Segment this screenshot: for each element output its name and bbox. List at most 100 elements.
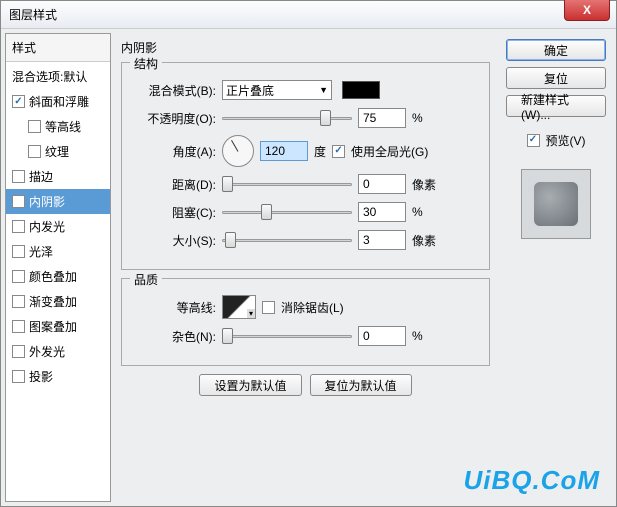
style-item-label: 内阴影 — [29, 193, 65, 210]
style-item-10[interactable]: 外发光 — [6, 339, 110, 364]
style-item-8[interactable]: 渐变叠加 — [6, 289, 110, 314]
blend-options-label: 混合选项:默认 — [12, 68, 87, 85]
style-item-5[interactable]: 内发光 — [6, 214, 110, 239]
size-unit: 像素 — [412, 232, 442, 249]
close-icon: X — [583, 3, 591, 17]
contour-picker[interactable]: ▾ — [222, 295, 256, 319]
distance-input[interactable] — [358, 174, 406, 194]
global-light-label: 使用全局光(G) — [351, 143, 428, 160]
watermark: UiBQ.CoM — [463, 465, 600, 496]
style-checkbox[interactable] — [12, 195, 25, 208]
style-item-label: 纹理 — [45, 143, 69, 160]
panel-title: 内阴影 — [121, 37, 490, 62]
angle-input[interactable] — [260, 141, 308, 161]
style-item-label: 描边 — [29, 168, 53, 185]
preview-checkbox[interactable] — [527, 134, 540, 147]
settings-panel: 内阴影 结构 混合模式(B): 正片叠底 ▼ 不透明度(O): % — [115, 33, 496, 502]
antialias-checkbox[interactable] — [262, 301, 275, 314]
shadow-color-swatch[interactable] — [342, 81, 380, 99]
style-checkbox[interactable] — [28, 145, 41, 158]
opacity-input[interactable] — [358, 108, 406, 128]
structure-legend: 结构 — [130, 55, 162, 72]
preview-box — [521, 169, 591, 239]
style-checkbox[interactable] — [28, 120, 41, 133]
style-item-label: 图案叠加 — [29, 318, 77, 335]
window-title: 图层样式 — [9, 6, 57, 23]
size-input[interactable] — [358, 230, 406, 250]
blend-options-item[interactable]: 混合选项:默认 — [6, 64, 110, 89]
blend-mode-value: 正片叠底 — [226, 82, 274, 99]
angle-label: 角度(A): — [134, 143, 216, 160]
noise-label: 杂色(N): — [134, 328, 216, 345]
chevron-down-icon: ▼ — [319, 85, 328, 95]
style-item-1[interactable]: 等高线 — [6, 114, 110, 139]
style-checkbox[interactable] — [12, 270, 25, 283]
quality-fieldset: 品质 等高线: ▾ 消除锯齿(L) 杂色(N): % — [121, 278, 490, 366]
chevron-down-icon: ▾ — [247, 309, 255, 318]
style-item-label: 光泽 — [29, 243, 53, 260]
opacity-unit: % — [412, 111, 442, 125]
style-item-label: 投影 — [29, 368, 53, 385]
choke-slider[interactable] — [222, 203, 352, 221]
action-panel: 确定 复位 新建样式(W)... 预览(V) — [500, 33, 612, 502]
noise-unit: % — [412, 329, 442, 343]
style-checkbox[interactable] — [12, 345, 25, 358]
choke-input[interactable] — [358, 202, 406, 222]
styles-header: 样式 — [6, 34, 110, 62]
style-item-11[interactable]: 投影 — [6, 364, 110, 389]
style-checkbox[interactable] — [12, 170, 25, 183]
preview-label: 预览(V) — [546, 132, 586, 149]
choke-unit: % — [412, 205, 442, 219]
size-label: 大小(S): — [134, 232, 216, 249]
style-item-label: 渐变叠加 — [29, 293, 77, 310]
new-style-button[interactable]: 新建样式(W)... — [506, 95, 606, 117]
style-item-2[interactable]: 纹理 — [6, 139, 110, 164]
choke-label: 阻塞(C): — [134, 204, 216, 221]
reset-button[interactable]: 复位 — [506, 67, 606, 89]
reset-default-button[interactable]: 复位为默认值 — [310, 374, 412, 396]
contour-label: 等高线: — [134, 299, 216, 316]
style-item-3[interactable]: 描边 — [6, 164, 110, 189]
layer-style-dialog: 图层样式 X 样式 混合选项:默认 斜面和浮雕等高线纹理描边内阴影内发光光泽颜色… — [0, 0, 617, 507]
size-slider[interactable] — [222, 231, 352, 249]
titlebar[interactable]: 图层样式 X — [1, 1, 616, 29]
set-default-button[interactable]: 设置为默认值 — [199, 374, 301, 396]
styles-list: 混合选项:默认 斜面和浮雕等高线纹理描边内阴影内发光光泽颜色叠加渐变叠加图案叠加… — [6, 62, 110, 391]
blend-mode-label: 混合模式(B): — [134, 82, 216, 99]
noise-slider[interactable] — [222, 327, 352, 345]
close-button[interactable]: X — [564, 0, 610, 21]
style-item-0[interactable]: 斜面和浮雕 — [6, 89, 110, 114]
style-checkbox[interactable] — [12, 245, 25, 258]
style-item-9[interactable]: 图案叠加 — [6, 314, 110, 339]
style-item-label: 等高线 — [45, 118, 81, 135]
style-item-label: 外发光 — [29, 343, 65, 360]
style-checkbox[interactable] — [12, 95, 25, 108]
distance-unit: 像素 — [412, 176, 442, 193]
style-checkbox[interactable] — [12, 295, 25, 308]
distance-label: 距离(D): — [134, 176, 216, 193]
style-checkbox[interactable] — [12, 370, 25, 383]
noise-input[interactable] — [358, 326, 406, 346]
style-item-7[interactable]: 颜色叠加 — [6, 264, 110, 289]
style-checkbox[interactable] — [12, 320, 25, 333]
opacity-label: 不透明度(O): — [134, 110, 216, 127]
blend-mode-combo[interactable]: 正片叠底 ▼ — [222, 80, 332, 100]
styles-list-panel: 样式 混合选项:默认 斜面和浮雕等高线纹理描边内阴影内发光光泽颜色叠加渐变叠加图… — [5, 33, 111, 502]
angle-unit: 度 — [314, 143, 326, 160]
distance-slider[interactable] — [222, 175, 352, 193]
preview-swatch — [534, 182, 578, 226]
quality-legend: 品质 — [130, 271, 162, 288]
global-light-checkbox[interactable] — [332, 145, 345, 158]
style-item-label: 颜色叠加 — [29, 268, 77, 285]
style-item-6[interactable]: 光泽 — [6, 239, 110, 264]
antialias-label: 消除锯齿(L) — [281, 299, 344, 316]
style-checkbox[interactable] — [12, 220, 25, 233]
content-area: 样式 混合选项:默认 斜面和浮雕等高线纹理描边内阴影内发光光泽颜色叠加渐变叠加图… — [1, 29, 616, 506]
ok-button[interactable]: 确定 — [506, 39, 606, 61]
structure-fieldset: 结构 混合模式(B): 正片叠底 ▼ 不透明度(O): % 角度( — [121, 62, 490, 270]
angle-dial[interactable] — [222, 135, 254, 167]
style-item-label: 斜面和浮雕 — [29, 93, 89, 110]
opacity-slider[interactable] — [222, 109, 352, 127]
style-item-label: 内发光 — [29, 218, 65, 235]
style-item-4[interactable]: 内阴影 — [6, 189, 110, 214]
